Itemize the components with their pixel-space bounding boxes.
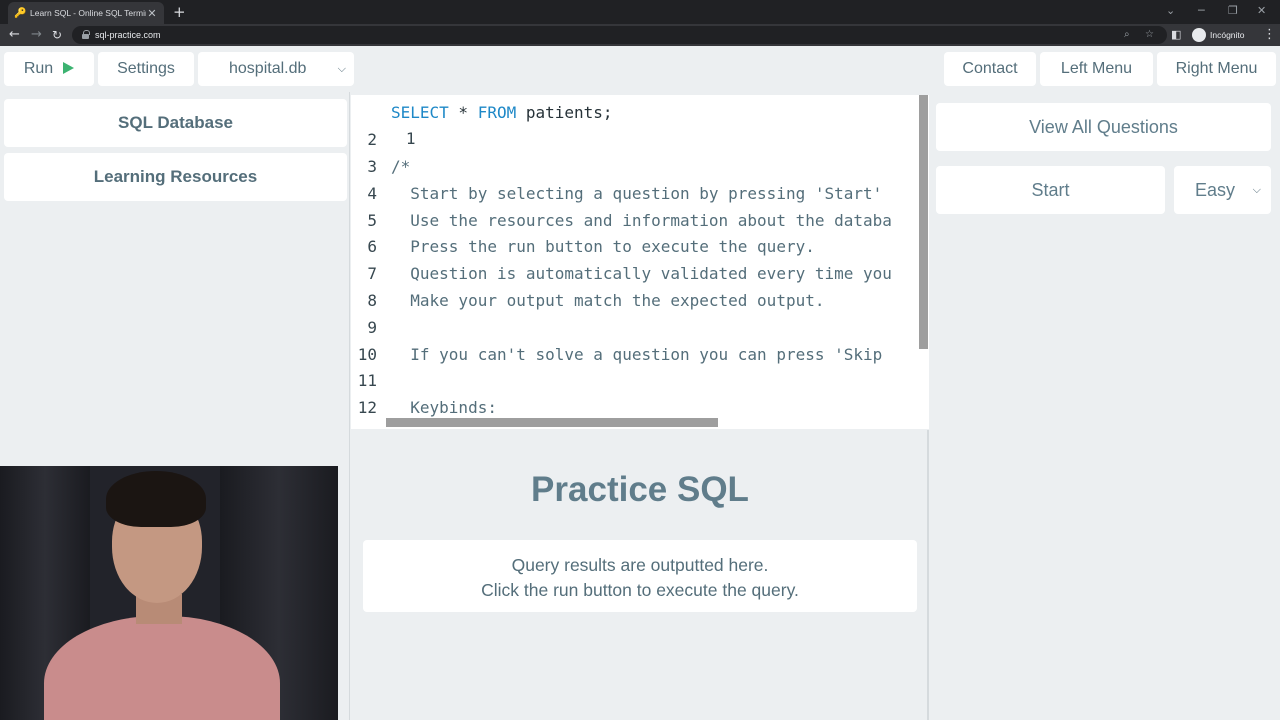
browser-tab[interactable]: 🔑 Learn SQL - Online SQL Terminal ✕ [8,2,164,24]
editor-line: 1 SELECT * FROM patients; [391,103,613,148]
forward-icon[interactable]: → [31,24,42,46]
sql-database-button[interactable]: SQL Database [4,99,347,147]
editor-line: 2 [367,130,377,149]
restore-icon[interactable]: ❐ [1228,2,1238,20]
output-message-line: Click the run button to execute the quer… [481,580,799,600]
app-toolbar: Run Settings hospital.db ⌵ Contact Left … [0,46,1280,92]
difficulty-select[interactable]: Easy ⌵ [1174,166,1271,214]
editor-line: 3/* [367,157,411,176]
sidepanel-icon[interactable]: ◧ [1171,24,1181,46]
left-menu-button[interactable]: Left Menu [1040,52,1153,86]
browser-toolbar: ← → ↻ sql-practice.com ⌕ ☆ ◧ Incógnito ⋮ [0,24,1280,46]
run-button[interactable]: Run [4,52,94,86]
editor-line: 12 Keybinds: [357,398,497,417]
editor-line: 8 Make your output match the expected ou… [367,291,825,310]
view-all-questions-button[interactable]: View All Questions [936,103,1271,151]
output-message-line: Query results are outputted here. [511,555,769,575]
database-select-value: hospital.db [229,60,307,77]
editor-line: 10 If you can't solve a question you can… [357,345,883,364]
lock-icon [82,30,90,39]
editor-line: 5 Use the resources and information abou… [367,211,892,230]
output-message-box: Query results are outputted here. Click … [363,540,917,612]
tab-search-icon[interactable]: ⌄ [1166,2,1175,20]
run-label: Run [23,60,54,77]
learning-resources-button[interactable]: Learning Resources [4,153,347,201]
close-tab-icon[interactable]: ✕ [146,7,158,20]
chevron-down-icon: ⌵ [337,63,346,75]
profile-label[interactable]: Incógnito [1210,24,1245,46]
back-icon[interactable]: ← [9,24,20,46]
editor-horizontal-scrollbar[interactable] [386,418,718,427]
minimize-icon[interactable]: ─ [1198,2,1205,20]
bookmark-star-icon[interactable]: ☆ [1145,26,1154,44]
output-panel: Practice SQL Query results are outputted… [351,430,929,720]
close-window-icon[interactable]: ✕ [1257,2,1266,20]
tab-title: Learn SQL - Online SQL Terminal [30,8,146,18]
webcam-overlay [0,466,338,720]
difficulty-select-value: Easy [1195,180,1236,200]
reload-icon[interactable]: ↻ [52,24,62,46]
new-tab-icon[interactable]: + [173,2,186,22]
chevron-down-icon: ⌵ [1252,184,1261,196]
database-select[interactable]: hospital.db ⌵ [198,52,354,86]
play-icon [63,62,75,74]
sql-editor[interactable]: 1 SELECT * FROM patients; 2 3/* 4 Start … [351,95,929,429]
menu-kebab-icon[interactable]: ⋮ [1263,24,1276,46]
right-panel: View All Questions Start Easy ⌵ [930,92,1280,720]
editor-vertical-scrollbar[interactable] [919,95,928,349]
output-title: Practice SQL [531,470,749,509]
incognito-icon[interactable] [1192,28,1206,42]
zoom-icon[interactable]: ⌕ [1124,26,1130,44]
start-button[interactable]: Start [936,166,1165,214]
editor-line: 7 Question is automatically validated ev… [367,264,892,283]
address-bar[interactable]: sql-practice.com ⌕ ☆ [72,26,1167,44]
browser-tabstrip: 🔑 Learn SQL - Online SQL Terminal ✕ + ⌄ … [0,0,1280,24]
favicon-icon: 🔑 [14,7,27,19]
right-menu-button[interactable]: Right Menu [1157,52,1276,86]
editor-line: 4 Start by selecting a question by press… [367,184,883,203]
editor-line: 6 Press the run button to execute the qu… [367,237,815,256]
editor-line: 11 [357,371,377,390]
url-text: sql-practice.com [95,30,161,40]
editor-line: 9 [367,318,377,337]
contact-button[interactable]: Contact [944,52,1036,86]
settings-button[interactable]: Settings [98,52,194,86]
